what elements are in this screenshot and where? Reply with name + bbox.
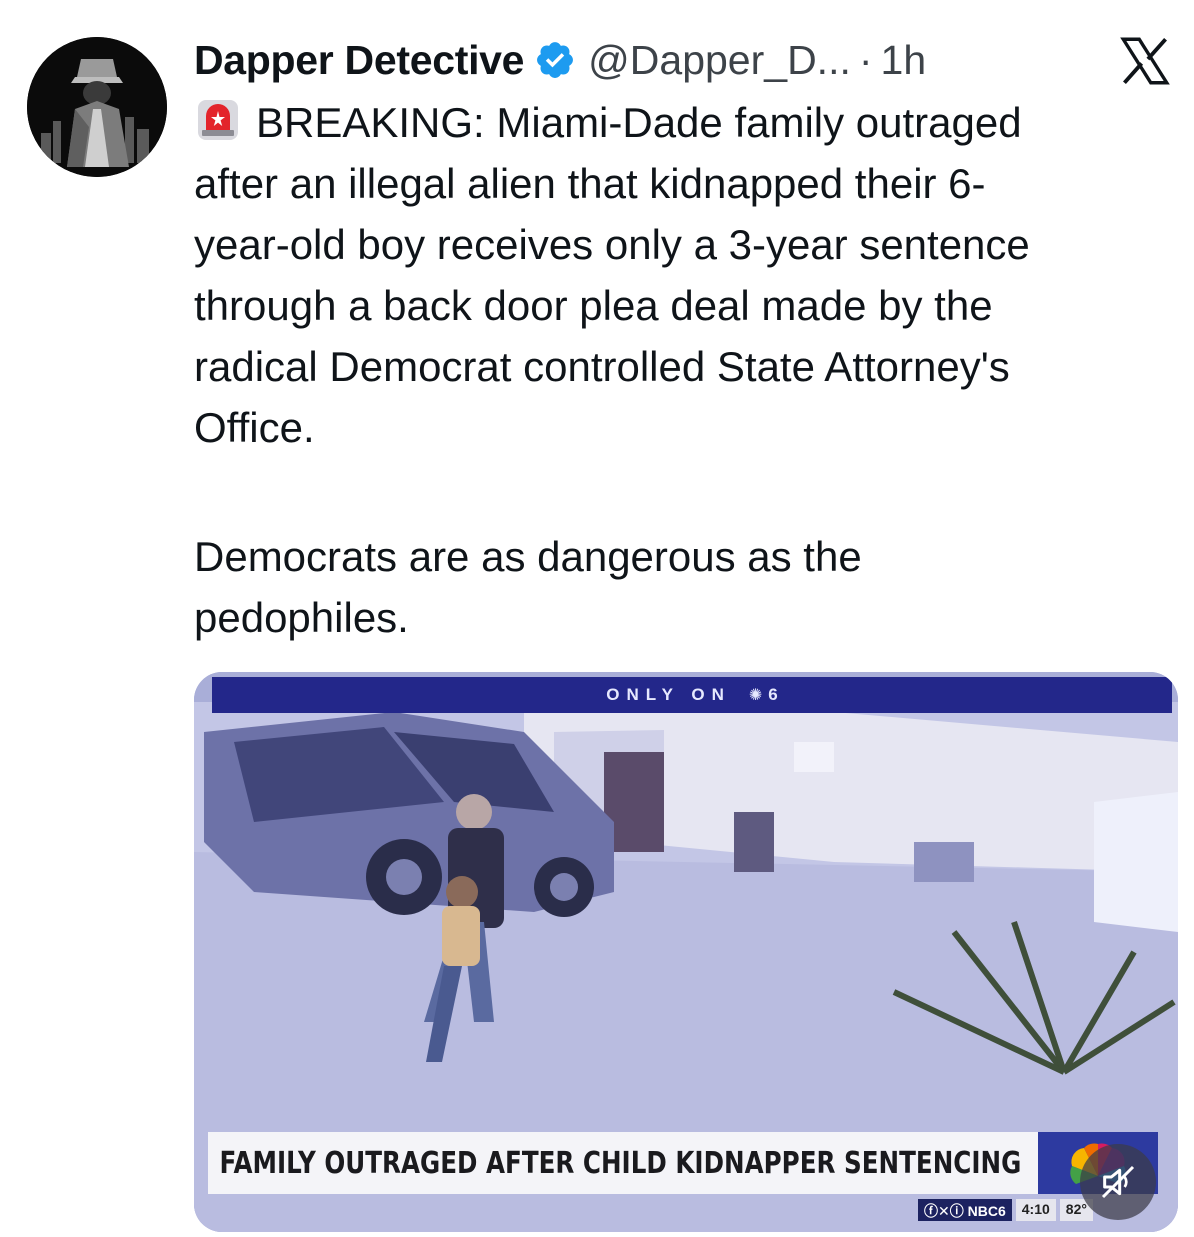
x-logo-icon[interactable]: [1116, 32, 1174, 90]
muted-speaker-icon[interactable]: [1080, 1144, 1156, 1220]
author-avatar[interactable]: [27, 37, 167, 177]
detective-silhouette-avatar: [27, 37, 167, 177]
tweet-text-paragraph-2: Democrats are as dangerous as the pedoph…: [194, 526, 1179, 648]
station-handle: NBC6: [967, 1203, 1006, 1219]
banner-channel: 6: [768, 685, 778, 704]
broadcast-clock: 4:10: [1015, 1199, 1056, 1221]
post-timestamp[interactable]: 1h: [881, 37, 927, 84]
tweet-header: Dapper Detective @Dapper_D... · 1h: [194, 30, 1194, 90]
tweet-text-line: Democrats are as dangerous as the pedoph…: [194, 533, 862, 641]
nbc-peacock-small-icon: ✺: [748, 687, 763, 704]
separator-dot: ·: [858, 36, 873, 83]
only-on-banner: ONLY ON ✺ 6: [212, 677, 1172, 713]
author-handle[interactable]: @Dapper_D...: [588, 37, 851, 84]
rotating-light-siren: [198, 100, 238, 140]
news-lower-third: FAMILY OUTRAGED AFTER CHILD KIDNAPPER SE…: [208, 1132, 1038, 1194]
tweet-body: BREAKING: Miami-Dade family outraged aft…: [194, 92, 1179, 458]
social-handles: ⓕ✕ⓘ NBC6: [918, 1199, 1012, 1221]
broadcast-info-strip: ⓕ✕ⓘ NBC6 4:10 82°: [918, 1199, 1093, 1221]
verified-badge-icon: [537, 42, 574, 78]
author-display-name[interactable]: Dapper Detective: [194, 37, 524, 84]
tweet-text-paragraph-1: BREAKING: Miami-Dade family outraged aft…: [194, 99, 1030, 451]
news-video-thumbnail[interactable]: ONLY ON ✺ 6 FAMILY OUTRAGED AFTER CHILD …: [194, 672, 1178, 1232]
news-headline: FAMILY OUTRAGED AFTER CHILD KIDNAPPER SE…: [219, 1145, 1022, 1181]
banner-text: ONLY ON: [606, 685, 731, 704]
